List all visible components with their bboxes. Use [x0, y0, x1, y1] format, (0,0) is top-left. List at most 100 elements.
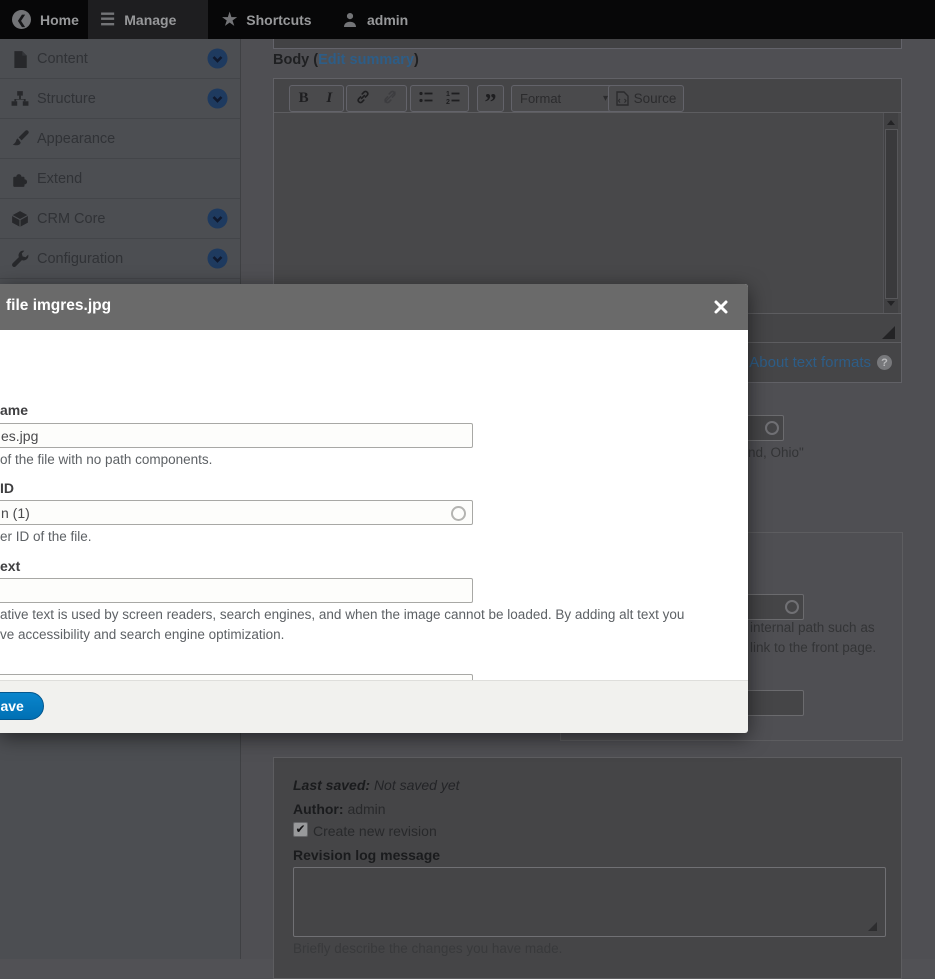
alt-text-description-line1: ative text is used by screen readers, se…: [0, 607, 685, 622]
last-saved-value: Not saved yet: [373, 777, 460, 793]
autocomplete-spinner-icon: [765, 421, 779, 435]
format-dropdown[interactable]: Format ▾: [511, 85, 617, 112]
edit-file-modal: file imgres.jpg ame of the file with no …: [0, 284, 748, 733]
blockquote-group: ”: [477, 85, 504, 115]
user-id-label: ID: [0, 480, 14, 496]
user-icon: [342, 12, 358, 28]
autocomplete-spinner-icon: [451, 506, 466, 521]
sidebar-item-label: Appearance: [37, 130, 116, 147]
chevron-down-icon[interactable]: [207, 248, 228, 269]
toolbar-item-admin[interactable]: admin: [330, 0, 420, 39]
wrench-icon: [11, 250, 29, 268]
sidebar-item-label: Structure: [37, 90, 96, 107]
star-icon: ★: [222, 10, 238, 29]
textarea-resize-handle[interactable]: [868, 922, 877, 931]
body-label-suffix: ): [414, 52, 419, 68]
scroll-down-icon[interactable]: [887, 301, 895, 306]
source-button[interactable]: Source: [608, 85, 684, 112]
create-revision-checkbox[interactable]: ✔: [293, 822, 308, 837]
chevron-down-icon[interactable]: [207, 208, 228, 229]
italic-button[interactable]: I: [317, 90, 341, 107]
revision-log-textarea[interactable]: [293, 867, 886, 937]
sidebar-item-structure[interactable]: Structure: [0, 79, 240, 119]
last-saved-row: Last saved: Not saved yet: [293, 777, 460, 793]
modal-header[interactable]: file imgres.jpg: [0, 284, 748, 330]
file-icon: [11, 50, 29, 68]
edit-summary-link[interactable]: Edit summary: [318, 52, 414, 68]
path-hint-line1: internal path such as: [750, 620, 875, 635]
toolbar-manage-label: Manage: [124, 11, 177, 28]
bulleted-list-icon[interactable]: [414, 89, 438, 108]
svg-text:2: 2: [446, 99, 450, 105]
alt-text-label: ext: [0, 558, 21, 574]
obscured-field-description: nd, Ohio": [748, 445, 804, 460]
link-group: [346, 85, 407, 112]
sidebar-item-crm-core[interactable]: CRM Core: [0, 199, 240, 239]
chevron-down-icon[interactable]: [207, 88, 228, 109]
source-button-label: Source: [633, 91, 677, 106]
svg-text:1: 1: [446, 91, 450, 98]
modal-body: ame of the file with no path components.…: [0, 330, 748, 680]
sidebar-item-label: Configuration: [37, 250, 124, 267]
last-saved-label: Last saved:: [293, 777, 371, 793]
numbered-list-icon[interactable]: 12: [441, 89, 465, 108]
source-doc-icon: [615, 91, 629, 106]
path-hint-line2: link to the front page.: [750, 640, 877, 655]
sitemap-icon: [11, 90, 29, 108]
admin-toolbar: ❮ Home ☰ Manage ★ Shortcuts admin: [0, 0, 935, 39]
alt-text-input[interactable]: [0, 578, 473, 603]
close-icon[interactable]: [713, 299, 729, 315]
filename-input[interactable]: [0, 423, 473, 448]
body-label-prefix: Body (: [273, 52, 319, 68]
blockquote-icon[interactable]: ”: [479, 90, 503, 115]
filename-description: of the file with no path components.: [0, 452, 213, 467]
sidebar-item-content[interactable]: Content: [0, 39, 240, 79]
save-button[interactable]: Save: [0, 692, 44, 720]
toolbar-shortcuts-label: Shortcuts: [246, 11, 312, 28]
list-group: 12: [410, 85, 469, 112]
back-to-site-icon: ❮: [12, 10, 31, 29]
about-text-formats-link[interactable]: About text formats: [749, 354, 871, 371]
drupal-admin-page: { "topbar": { "items": [ { "label": "Hom…: [0, 0, 935, 979]
chevron-down-icon[interactable]: [207, 48, 228, 69]
scrollbar-thumb[interactable]: [885, 129, 898, 299]
toolbar-item-shortcuts[interactable]: ★ Shortcuts: [210, 0, 324, 39]
author-row: Author: admin: [293, 801, 386, 817]
unlink-icon: [378, 89, 402, 108]
cube-icon: [11, 210, 29, 228]
paintbrush-icon: [11, 129, 29, 148]
sidebar-item-label: CRM Core: [37, 210, 106, 227]
user-id-description: er ID of the file.: [0, 529, 92, 544]
revision-log-label: Revision log message: [293, 847, 441, 863]
link-icon[interactable]: [351, 89, 375, 108]
author-label: Author:: [293, 801, 344, 817]
editor-toolbar: B I 12 ” Format ▾ Source: [274, 79, 901, 115]
toolbar-item-home[interactable]: ❮ Home: [0, 0, 91, 39]
toolbar-home-label: Home: [40, 11, 79, 28]
body-field-label: Body (Edit summary): [273, 52, 419, 68]
bold-button[interactable]: B: [292, 90, 316, 107]
toolbar-admin-label: admin: [367, 11, 409, 28]
format-dropdown-label: Format: [520, 91, 562, 106]
editor-content-area[interactable]: [274, 113, 901, 313]
sidebar-item-appearance[interactable]: Appearance: [0, 119, 240, 159]
modal-footer: Save: [0, 680, 748, 733]
node-meta-panel: Last saved: Not saved yet Author: admin …: [273, 757, 902, 979]
help-icon[interactable]: ?: [877, 355, 892, 370]
sidebar-item-configuration[interactable]: Configuration: [0, 239, 240, 279]
user-id-input[interactable]: [0, 500, 473, 525]
sidebar-item-extend[interactable]: Extend: [0, 159, 240, 199]
toolbar-item-manage[interactable]: ☰ Manage: [88, 0, 208, 39]
sidebar-item-label: Content: [37, 50, 88, 67]
puzzle-icon: [11, 170, 29, 188]
hamburger-icon: ☰: [100, 10, 116, 29]
editor-resize-handle[interactable]: [882, 326, 895, 339]
filename-label: ame: [0, 402, 29, 418]
sidebar-item-label: Extend: [37, 170, 83, 187]
author-value: admin: [347, 801, 386, 817]
editor-scrollbar[interactable]: [883, 113, 898, 313]
alt-text-description-line2: ve accessibility and search engine optim…: [0, 627, 285, 642]
create-revision-label: Create new revision: [313, 823, 437, 839]
scroll-up-icon[interactable]: [887, 120, 895, 125]
autocomplete-spinner-icon: [785, 600, 799, 614]
